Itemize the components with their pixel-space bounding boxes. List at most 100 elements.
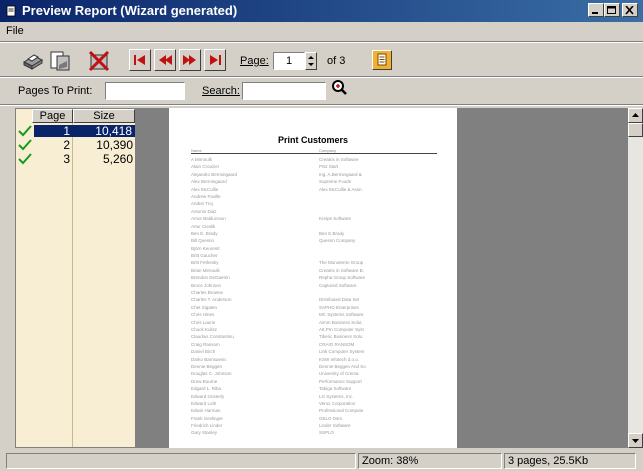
report-header-rule xyxy=(191,153,437,154)
page-size: 10,390 xyxy=(96,138,133,152)
page-row-3[interactable]: 3 5,260 xyxy=(16,153,135,165)
print-setup-button[interactable] xyxy=(47,48,73,74)
page-row-1[interactable]: 1 10,418 xyxy=(16,125,135,137)
report-row: Craig Ransom CRAIG RANSOM xyxy=(191,341,437,348)
report-row: Charles Browne xyxy=(191,289,437,296)
report-row: Edward Gristerly LG Systems, Inc. xyxy=(191,393,437,400)
checkmark-icon xyxy=(18,153,32,165)
report-row: Britt Fethesky The Monoterrin Group xyxy=(191,259,437,266)
report-row: Gary Stanley SSPLO xyxy=(191,429,437,436)
column-header-page[interactable]: Page xyxy=(32,109,73,123)
page-row-2[interactable]: 2 10,390 xyxy=(16,139,135,151)
window-title: Preview Report (Wizard generated) xyxy=(22,3,238,18)
report-row: Bruce Johnson Captured Software xyxy=(191,282,437,289)
report-preview-pane[interactable]: Print Customers Name Company A Mirnoulk C… xyxy=(136,108,628,448)
report-cell-company: Ing. A.Bermingaard & xyxy=(319,171,362,177)
minimize-button[interactable] xyxy=(588,3,604,17)
first-page-button[interactable] xyxy=(129,49,151,71)
report-cell-company: Linder Software xyxy=(319,423,351,429)
report-cell-name: Friedrich Linder xyxy=(191,423,223,429)
tools-icon xyxy=(88,50,110,72)
report-row: Artur Cieslik xyxy=(191,223,437,230)
preview-scrollbar[interactable] xyxy=(628,108,643,448)
report-cell-name: Chris Hines xyxy=(191,312,215,318)
report-cell-company: Professional Compute xyxy=(319,408,364,414)
report-cell-company: KSW Infotech d.o.o. xyxy=(319,356,360,362)
close-button[interactable] xyxy=(622,3,638,17)
scroll-up-button[interactable] xyxy=(628,108,643,123)
pages-to-print-input[interactable] xyxy=(105,82,185,100)
report-row: Douglas C. Johnson University of Crema xyxy=(191,370,437,377)
report-row: Dennie Beggen Dennie Beggen And So xyxy=(191,363,437,370)
report-rows: A Mirnoulk Creatrix in Software Alain Crou… xyxy=(191,156,437,437)
report-row: Alex McCullie Alex McCullie & Assn. xyxy=(191,186,437,193)
report-row: Chet Sigaten SAPHO Enterprises xyxy=(191,304,437,311)
toolbar-divider-2 xyxy=(0,76,643,78)
report-cell-name: Chet Sigaten xyxy=(191,304,218,310)
report-row: Claudius Constantinu Tiberic Business Sol… xyxy=(191,333,437,340)
report-row: Arnor Baldursson Kreipe Software xyxy=(191,215,437,222)
report-cell-company: SAPHO Enterprises xyxy=(319,304,359,310)
last-page-icon xyxy=(210,55,221,65)
spinner-arrows-icon xyxy=(308,56,314,66)
report-row: Andrew Faville xyxy=(191,193,437,200)
zoom-button[interactable] xyxy=(372,50,392,70)
report-cell-company: Creatrix in Software B. xyxy=(319,267,365,273)
report-cell-name: Britt Fethesky xyxy=(191,260,219,266)
report-cell-company: SSPLO xyxy=(319,430,335,436)
report-cell-name: Artur Cieslik xyxy=(191,223,216,229)
page-count-label: of 3 xyxy=(327,55,346,67)
report-cell-name: Edward Gristerly xyxy=(191,393,225,399)
last-page-button[interactable] xyxy=(204,49,226,71)
export-button[interactable] xyxy=(86,48,112,74)
report-cell-company: Link Computer System xyxy=(319,349,365,355)
report-row: Brian Mirnoulk Creatrix in Software B. xyxy=(191,267,437,274)
report-cell-company: Alex McCullie & Assn. xyxy=(319,186,363,192)
report-cell-name: Chuck Kulisz xyxy=(191,326,218,332)
scroll-down-button[interactable] xyxy=(628,433,643,448)
report-row: A Mirnoulk Creatrix in Software xyxy=(191,156,437,163)
previous-page-button[interactable] xyxy=(154,49,176,71)
print-button[interactable] xyxy=(20,48,46,74)
report-cell-name: Björn Keurentl xyxy=(191,245,220,251)
search-button[interactable] xyxy=(331,79,347,97)
report-cell-company: Tiberic Business Solu. xyxy=(319,334,364,340)
report-cell-company: LG Systems, Inc. xyxy=(319,393,354,399)
report-row: Chris Laurie Aimm Business Solut. xyxy=(191,319,437,326)
status-message xyxy=(6,453,356,469)
column-header-size[interactable]: Size xyxy=(73,109,135,123)
page-size: 10,418 xyxy=(73,125,135,137)
report-cell-name: Arnor Baldursson xyxy=(191,216,226,222)
report-cell-name: Edward Loth xyxy=(191,400,217,406)
page-number-input[interactable]: 1 xyxy=(273,52,305,70)
menu-file[interactable]: File xyxy=(6,25,24,37)
report-cell-company: Supreme Foods xyxy=(319,179,352,185)
report-cell-company: Kreipe Software xyxy=(319,216,352,222)
report-row: Drew Bourne Performance Support xyxy=(191,378,437,385)
report-cell-company: The Monoterrin Group xyxy=(319,260,364,266)
checkmark-icon xyxy=(18,125,32,137)
report-cell-name: Darko Barnsaevic xyxy=(191,356,227,362)
maximize-button[interactable] xyxy=(604,3,620,17)
page-spinner[interactable] xyxy=(305,52,317,70)
report-cell-company: Ben E.Brady xyxy=(319,230,345,236)
report-row: Darko Barnsaevic KSW Infotech d.o.o. xyxy=(191,356,437,363)
search-input[interactable] xyxy=(242,82,326,100)
report-cell-name: Craig Ransom xyxy=(191,341,220,347)
page-size: 5,260 xyxy=(102,152,133,166)
report-cell-name: Edgard L. Riba xyxy=(191,386,222,392)
scroll-thumb[interactable] xyxy=(628,123,643,137)
title-bar[interactable]: Preview Report (Wizard generated) xyxy=(0,0,643,22)
report-row: Frank Geslinger GELO Dsm xyxy=(191,415,437,422)
report-cell-name: Brian Mirnoulk xyxy=(191,267,220,273)
pages-list[interactable]: Page Size 1 10,418 2 10,390 3 5,260 xyxy=(15,108,136,448)
status-bar: Zoom: 38% 3 pages, 25.5Kb xyxy=(0,451,643,471)
scroll-up-icon xyxy=(632,113,639,117)
toolbar-divider-3 xyxy=(0,104,643,106)
report-cell-company: University of Crema xyxy=(319,371,359,377)
report-cell-name: Britt Gaucher xyxy=(191,253,218,259)
report-cell-company: Quesnn Company xyxy=(319,238,356,244)
magnifier-icon xyxy=(332,80,347,95)
next-page-button[interactable] xyxy=(179,49,201,71)
scroll-down-icon xyxy=(632,439,639,443)
